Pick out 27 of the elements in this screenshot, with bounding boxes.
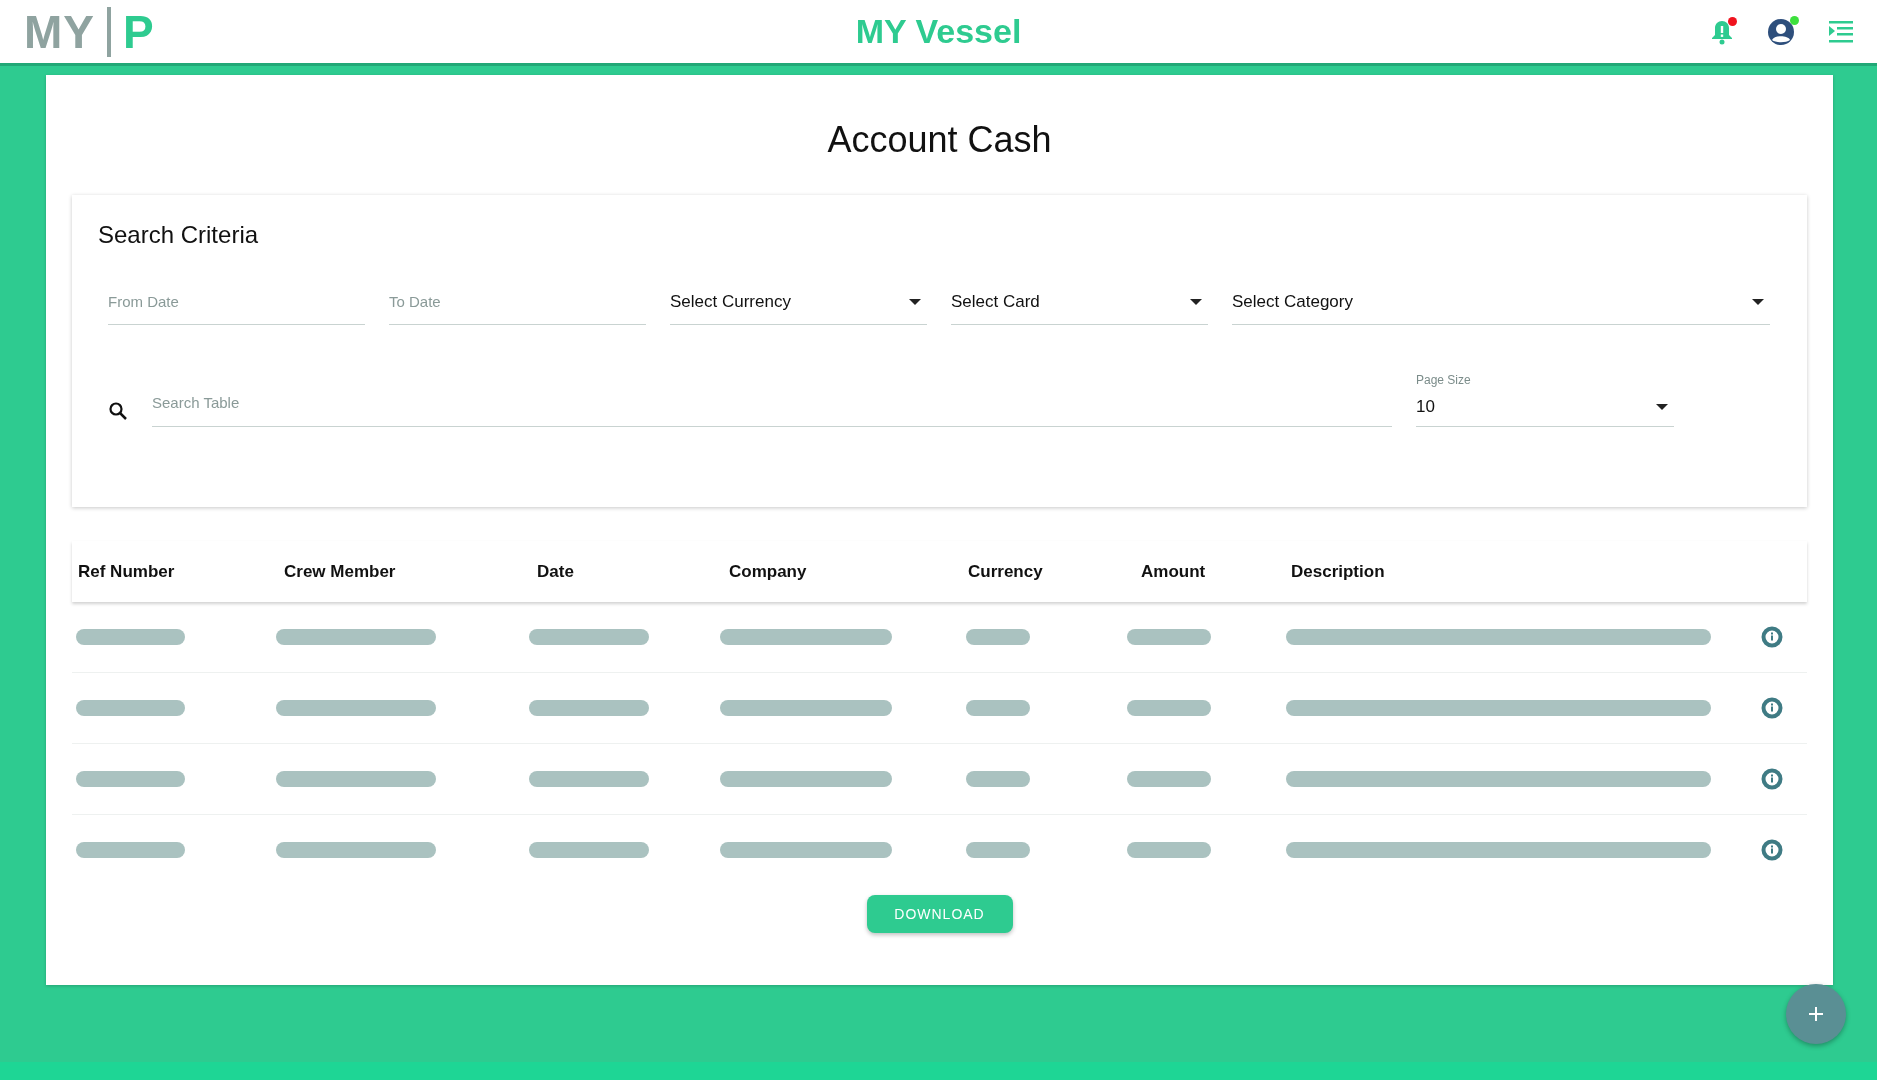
info-icon[interactable] — [1761, 626, 1783, 648]
app-title: MY Vessel — [855, 12, 1022, 50]
column-header: Company — [729, 561, 807, 582]
panel-title: Search Criteria — [98, 221, 259, 249]
dropdown-caret-icon — [1656, 403, 1668, 410]
info-icon[interactable] — [1761, 839, 1783, 861]
select-dropdown[interactable]: Select Currency — [670, 279, 927, 325]
page-title: Account Cash — [826, 119, 1053, 161]
column-header: Crew Member — [284, 561, 396, 582]
page-size-select[interactable]: 10 — [1416, 387, 1674, 427]
info-icon[interactable] — [1761, 768, 1783, 790]
dropdown-caret-icon — [909, 298, 921, 305]
info-icon[interactable] — [1761, 697, 1783, 719]
select-dropdown[interactable]: Select Category — [1232, 279, 1770, 325]
column-header: Ref Number — [78, 561, 175, 582]
search-icon — [108, 401, 128, 421]
add-button[interactable] — [1786, 984, 1846, 1044]
column-header: Date — [537, 561, 574, 582]
plus-icon — [1808, 1006, 1824, 1022]
column-header: Currency — [968, 561, 1043, 582]
dropdown-caret-icon — [1190, 298, 1202, 305]
dropdown-caret-icon — [1752, 298, 1764, 305]
page-size-label: Page Size — [1416, 373, 1471, 387]
column-header: Description — [1291, 561, 1385, 582]
logo: MY P — [24, 4, 155, 59]
column-header: Amount — [1141, 561, 1206, 582]
select-dropdown[interactable]: Select Card — [951, 279, 1208, 325]
